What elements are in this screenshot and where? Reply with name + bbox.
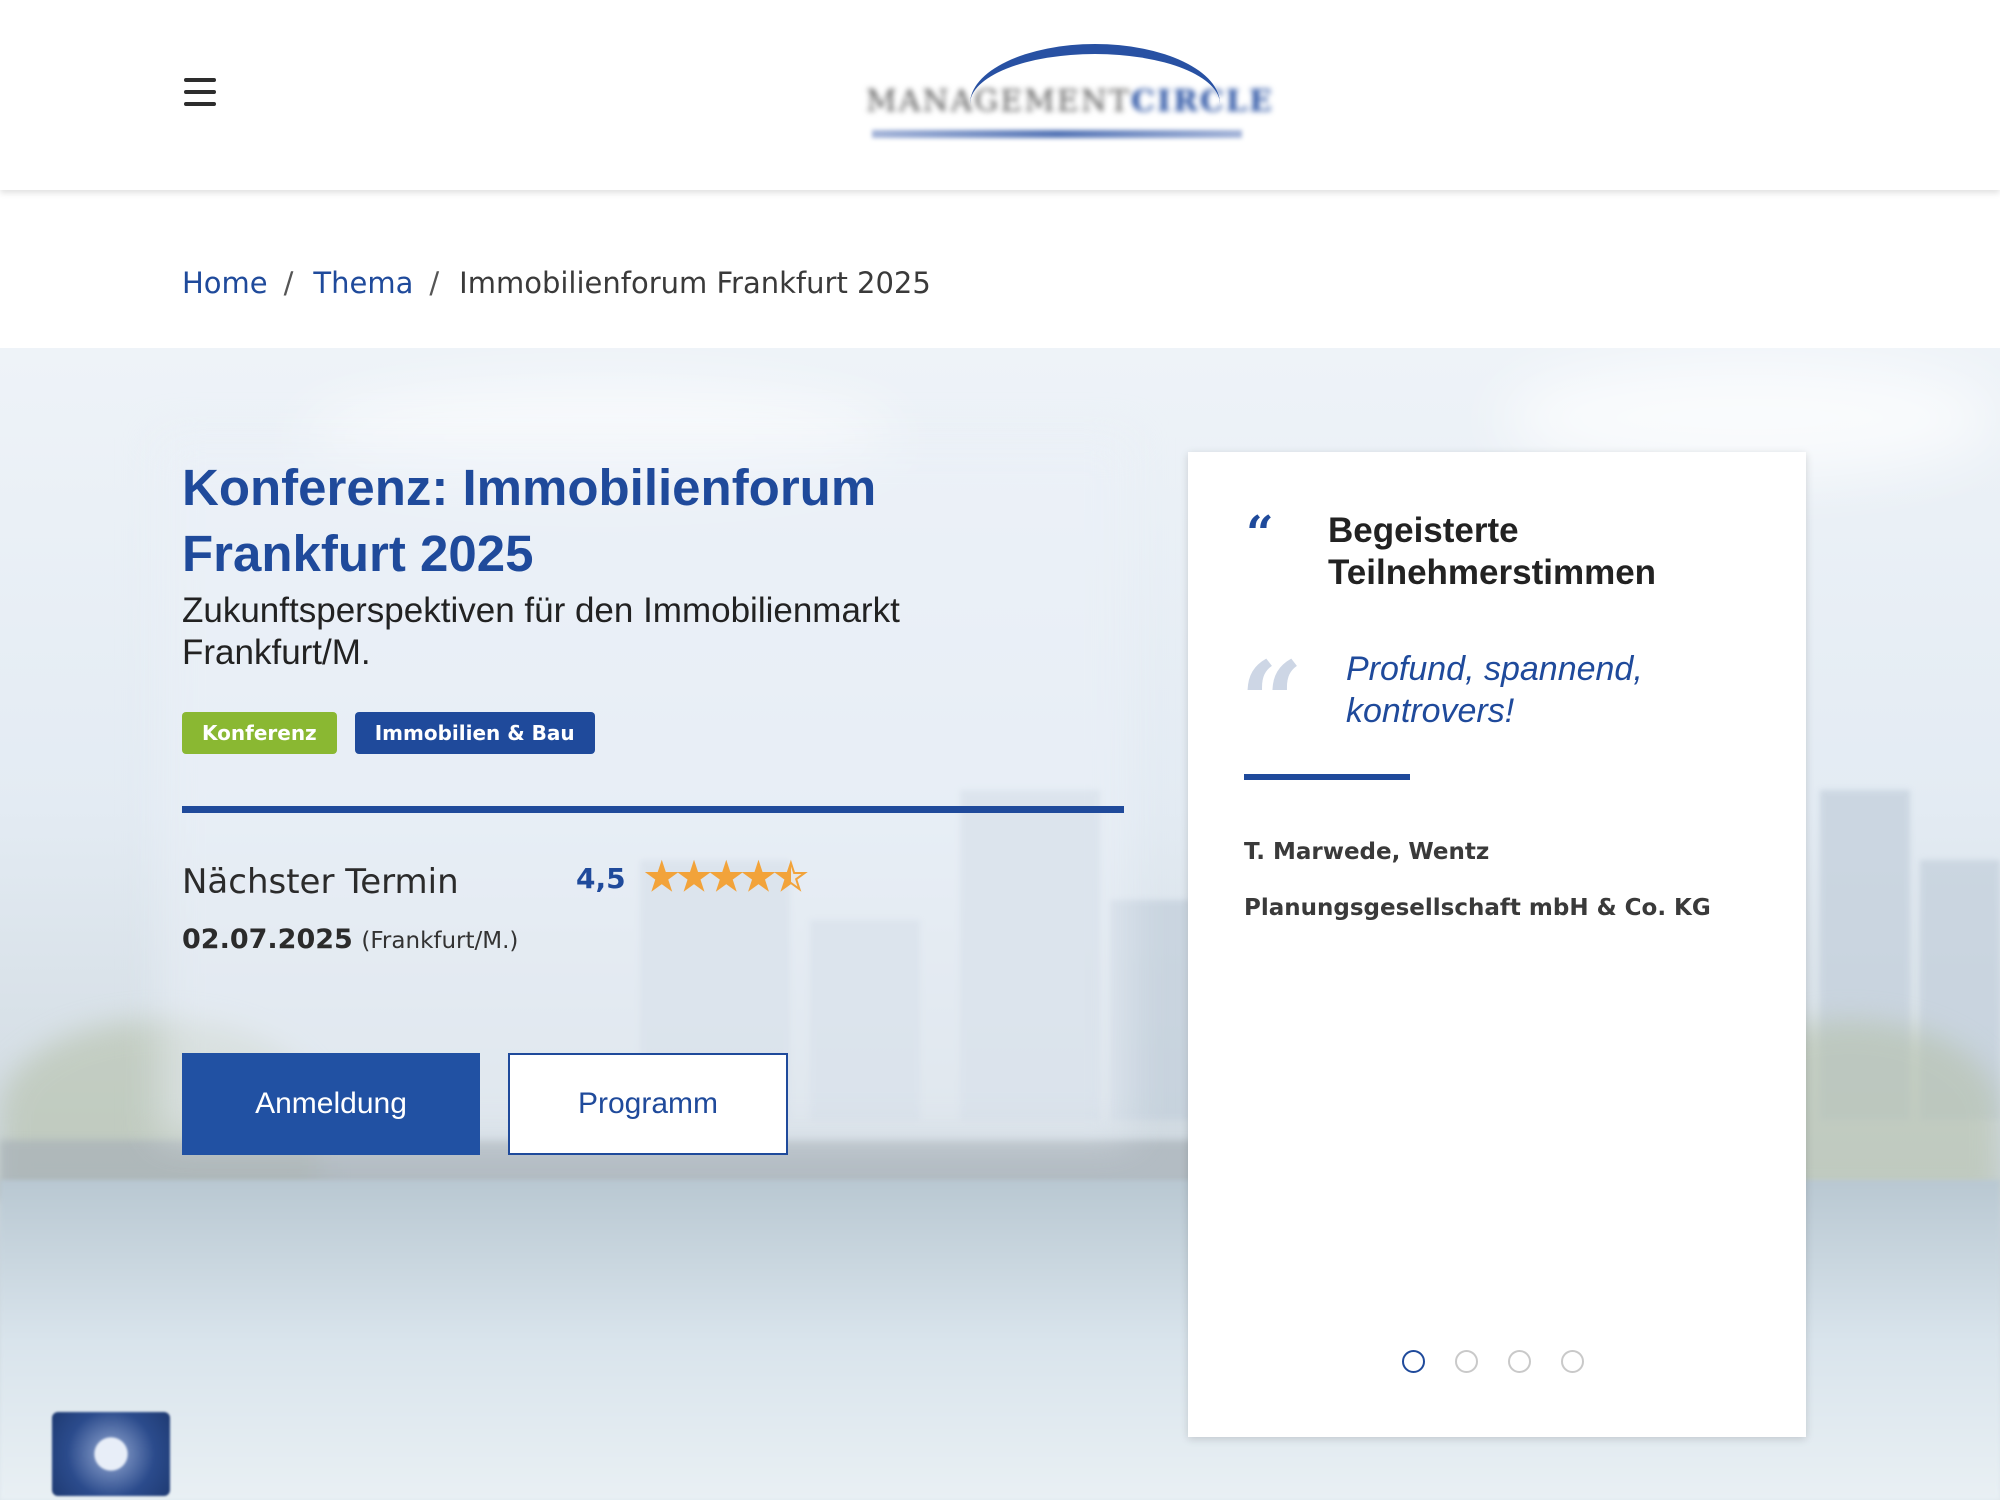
large-quote-icon: “ bbox=[1240, 637, 1304, 766]
logo-tagline bbox=[872, 130, 1242, 138]
testimonial-card: “ Begeisterte Teilnehmerstimmen “ Profun… bbox=[1188, 452, 1806, 1437]
rating-value: 4,5 bbox=[576, 861, 626, 895]
breadcrumb-thema[interactable]: Thema bbox=[313, 266, 413, 300]
next-date-label: Nächster Termin bbox=[182, 862, 459, 902]
breadcrumb-separator: / bbox=[283, 266, 294, 300]
carousel-dot-1[interactable] bbox=[1402, 1350, 1425, 1373]
program-button[interactable]: Programm bbox=[508, 1053, 788, 1155]
rating: 4,5 ★★★★★ ★★★★★ bbox=[576, 857, 808, 898]
logo-wordmark: MANAGEMENTCIRCLE bbox=[866, 84, 1274, 119]
testimonial-quote: Profund, spannend, kontrovers! bbox=[1346, 650, 1643, 730]
carousel-dot-2[interactable] bbox=[1455, 1350, 1478, 1373]
next-date-location: (Frankfurt/M.) bbox=[361, 928, 519, 954]
breadcrumb-home[interactable]: Home bbox=[182, 266, 268, 300]
star-rating-icon: ★★★★★ ★★★★★ bbox=[645, 857, 808, 898]
section-divider bbox=[182, 806, 1124, 813]
carousel-dot-4[interactable] bbox=[1561, 1350, 1584, 1373]
next-date-value: 02.07.2025 bbox=[182, 924, 353, 955]
event-tags: Konferenz Immobilien & Bau bbox=[182, 712, 595, 754]
quote-icon: “ bbox=[1246, 506, 1274, 562]
tag-immobilien-bau[interactable]: Immobilien & Bau bbox=[354, 712, 595, 754]
site-logo[interactable]: MANAGEMENTCIRCLE bbox=[860, 40, 1272, 150]
site-header: MANAGEMENTCIRCLE bbox=[0, 0, 2000, 190]
testimonial-heading: Begeisterte Teilnehmerstimmen bbox=[1328, 511, 1657, 592]
event-subtitle: Zukunftsperspektiven für den Immobilienm… bbox=[182, 591, 900, 672]
carousel-dots bbox=[1402, 1350, 1584, 1373]
hamburger-menu-icon[interactable] bbox=[184, 78, 224, 112]
breadcrumb-separator: / bbox=[429, 266, 440, 300]
carousel-dot-3[interactable] bbox=[1508, 1350, 1531, 1373]
breadcrumb-current: Immobilienforum Frankfurt 2025 bbox=[459, 266, 931, 300]
testimonial-author: T. Marwede, Wentz Planungsgesellschaft m… bbox=[1244, 839, 1711, 921]
event-title: Konferenz: Immobilienforum Frankfurt 202… bbox=[182, 459, 877, 582]
register-button[interactable]: Anmeldung bbox=[182, 1053, 480, 1155]
seal-badge-icon[interactable] bbox=[52, 1412, 170, 1496]
tag-konferenz[interactable]: Konferenz bbox=[182, 712, 337, 754]
breadcrumb: Home / Thema / Immobilienforum Frankfurt… bbox=[182, 266, 931, 300]
next-date: 02.07.2025 (Frankfurt/M.) bbox=[182, 924, 518, 955]
testimonial-divider bbox=[1244, 774, 1410, 780]
